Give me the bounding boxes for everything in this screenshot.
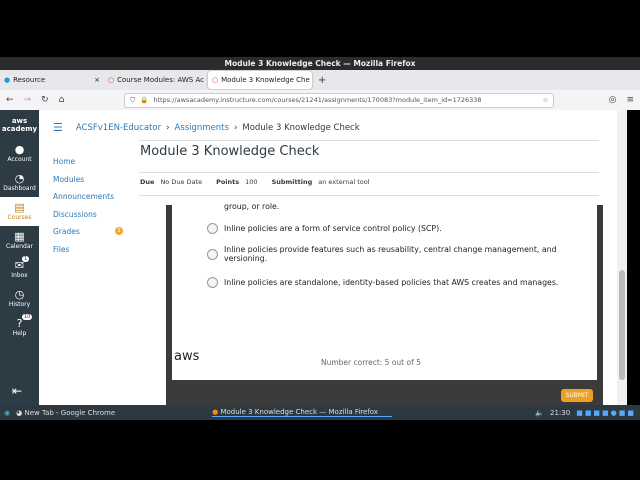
course-nav: Home Modules Announcements Discussions G… [53,157,123,263]
reload-icon[interactable]: ↻ [41,95,49,105]
quiz-option[interactable]: Inline policies are a form of service co… [207,223,587,234]
global-nav: aws academy ● Account ◔ Dashboard ▤ Courses… [0,110,39,405]
taskbar: ◉ ◕ New Tab - Google Chrome ● Module 3 K… [0,405,640,420]
window-title: Module 3 Knowledge Check — Mozilla Firef… [0,57,640,70]
avatar-icon: ● [14,143,25,156]
tray-icons[interactable]: ■■■■●■■ [576,409,636,417]
hamburger-icon[interactable]: ☰ [53,121,63,134]
help-icon: ? [16,317,23,330]
tab-knowledge-check[interactable]: ○Module 3 Knowledge Che× [208,71,312,89]
quiz-option[interactable]: Inline policies are standalone, identity… [207,277,587,288]
course-nav-grades[interactable]: Grades 3 [53,227,123,245]
back-icon[interactable]: ← [6,95,14,105]
course-nav-files[interactable]: Files [53,245,114,263]
breadcrumb: ☰ ACSFv1EN-Educator › Assignments › Module… [53,121,360,134]
main-page: ☰ ACSFv1EN-Educator › Assignments › Module… [39,110,617,405]
aws-academy-logo[interactable]: aws academy [0,110,39,139]
quiz-option-partial[interactable]: group, or role. [207,201,587,212]
course-nav-announcements[interactable]: Announcements [53,192,114,210]
nav-account[interactable]: ● Account [0,139,39,168]
aws-logo: aws [174,349,200,364]
nav-dashboard[interactable]: ◔ Dashboard [0,168,39,197]
new-tab-icon[interactable]: + [318,75,326,86]
forward-icon[interactable]: → [24,95,32,105]
nav-history[interactable]: ◷ History [0,284,39,313]
cloud-icon: ● [4,76,11,84]
menu-icon[interactable]: ≡ [626,95,634,105]
radio-button[interactable] [207,277,218,288]
page-title: Module 3 Knowledge Check [140,144,320,159]
firefox-task[interactable]: ● Module 3 Knowledge Check — Mozilla Fir… [212,408,393,417]
score-text: Number correct: 5 out of 5 [321,358,421,367]
canvas-icon: ○ [108,76,115,84]
close-icon[interactable]: × [94,76,100,84]
assignment-meta: Due No Due Date Points 100 Submitting an ex… [140,178,370,186]
breadcrumb-course[interactable]: ACSFv1EN-Educator [76,123,161,133]
firefox-icon: ● [212,408,219,416]
pocket-icon[interactable]: ◎ [609,95,617,105]
start-menu-icon[interactable]: ◉ [4,409,10,417]
breadcrumb-current: Module 3 Knowledge Check [242,122,360,133]
dashboard-icon: ◔ [14,172,25,185]
clock-icon: ◷ [14,288,25,301]
nav-calendar[interactable]: ▦ Calendar [0,226,39,255]
course-nav-modules[interactable]: Modules [53,175,114,193]
quiz-panel: group, or role. Inline policies are a fo… [172,202,597,380]
grades-badge: 3 [115,227,123,235]
clock: 21:30 [550,408,571,417]
book-icon: ▤ [14,201,25,214]
home-icon[interactable]: ⌂ [59,95,65,105]
radio-button[interactable] [207,223,218,234]
lock-icon: 🔒 [140,96,149,104]
chrome-icon: ◕ [16,408,23,417]
canvas-icon: ○ [212,76,219,84]
tab-course-modules[interactable]: ○Course Modules: AWS Ac× [104,71,208,89]
tab-resource[interactable]: ● Resource × [0,71,104,89]
submit-button[interactable]: SUBMIT [561,389,593,402]
shield-icon: ⛉ [130,95,136,104]
course-nav-discussions[interactable]: Discussions [53,210,114,228]
scrollbar[interactable] [617,110,627,405]
nav-help[interactable]: ? Help 10 [0,313,39,342]
radio-button[interactable] [207,248,218,260]
inbox-icon: ✉ [14,259,25,272]
nav-courses[interactable]: ▤ Courses [0,197,39,226]
inbox-badge: 1 [22,256,30,262]
nav-bar: ← → ↻ ⌂ ⛉ 🔒 https://awsacademy.instructure.co… [0,90,640,110]
quiz-option[interactable]: Inline policies provide features such as… [207,245,587,263]
help-badge: 10 [22,314,33,320]
url-bar[interactable]: ⛉ 🔒 https://awsacademy.instructure.com/cou… [124,92,555,108]
external-tool-frame: group, or role. Inline policies are a fo… [166,202,603,405]
calendar-icon: ▦ [14,230,25,243]
chrome-task[interactable]: ◕ New Tab - Google Chrome [16,409,206,417]
course-nav-home[interactable]: Home [53,157,114,175]
tab-bar: ●Resource× ○Course Modules: AWS Ac× ○Mod… [0,70,640,90]
star-icon[interactable]: ☆ [543,96,549,104]
breadcrumb-assignments[interactable]: Assignments [174,123,228,133]
volume-icon[interactable]: 🔈 [535,409,544,417]
nav-inbox[interactable]: ✉ Inbox 1 [0,255,39,284]
collapse-nav-icon[interactable]: ⇤ [12,384,22,398]
